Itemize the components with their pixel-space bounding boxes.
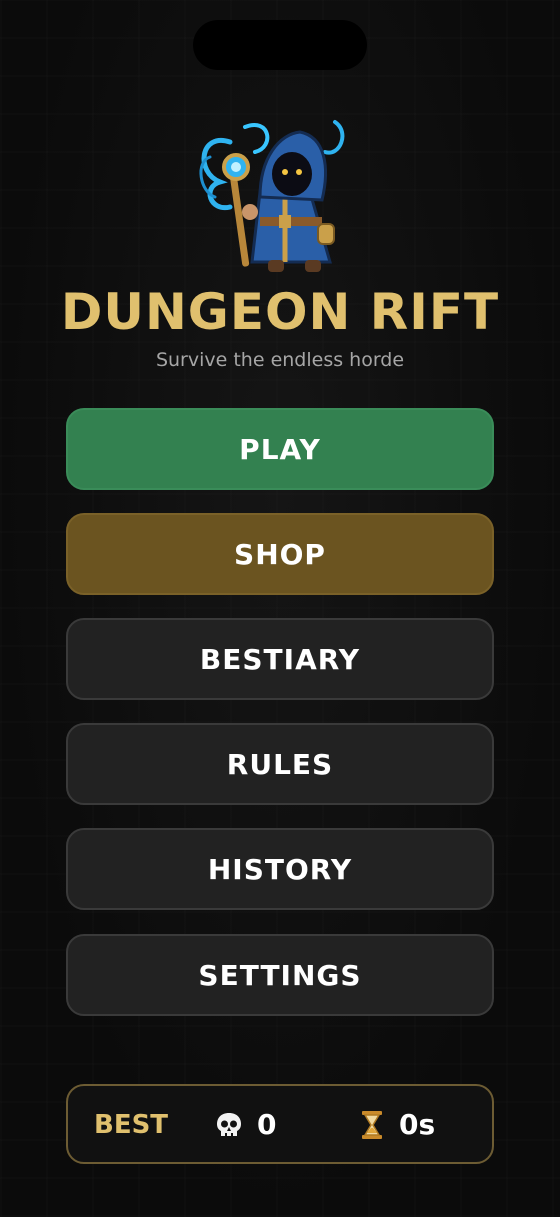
settings-button[interactable]: SETTINGS (66, 934, 494, 1016)
best-time-value: 0s (399, 1108, 436, 1141)
best-kills-value: 0 (257, 1108, 277, 1141)
hourglass-icon (362, 1111, 382, 1139)
play-button[interactable]: PLAY (66, 408, 494, 490)
game-title: DUNGEON RIFT (60, 283, 500, 341)
shop-button[interactable]: SHOP (66, 513, 494, 595)
rules-button[interactable]: RULES (66, 723, 494, 805)
history-button[interactable]: HISTORY (66, 828, 494, 910)
game-subtitle: Survive the endless horde (155, 349, 405, 371)
wizard-hero-icon (199, 120, 345, 272)
device-notch (193, 20, 367, 70)
skull-icon (217, 1113, 241, 1136)
best-score-panel: BEST 0 0s (66, 1084, 494, 1164)
bestiary-button[interactable]: BESTIARY (66, 618, 494, 700)
best-label: BEST (94, 1110, 169, 1140)
